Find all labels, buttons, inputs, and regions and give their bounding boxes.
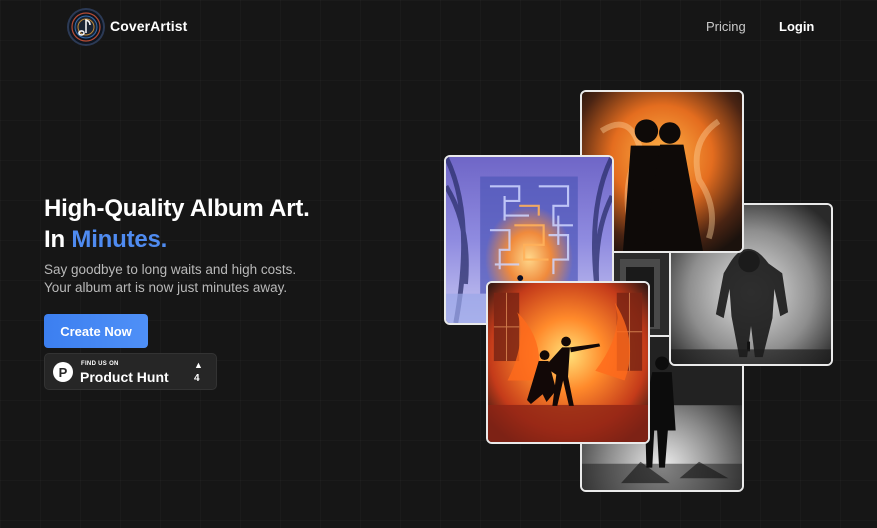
subtitle-line1: Say goodbye to long waits and high costs… <box>44 262 297 277</box>
coverartist-logo[interactable] <box>67 8 105 46</box>
product-hunt-name: Product Hunt <box>80 369 169 385</box>
album-art-dance-image[interactable] <box>486 281 650 444</box>
headline-prefix: In <box>44 226 72 253</box>
headline-accent: Minutes. <box>71 226 168 253</box>
headline-line2: In Minutes. <box>44 224 310 255</box>
music-note-logo-icon <box>71 12 101 42</box>
create-now-button[interactable]: Create Now <box>44 314 148 348</box>
nav-pricing-link[interactable]: Pricing <box>706 19 746 34</box>
headline-line1: High-Quality Album Art. <box>44 195 310 222</box>
nav-login-link[interactable]: Login <box>779 19 814 34</box>
upvote-count: 4 <box>194 373 200 384</box>
hero-subtitle: Say goodbye to long waits and high costs… <box>44 261 296 297</box>
product-hunt-eyebrow: FIND US ON <box>81 361 119 367</box>
product-hunt-logo-icon: P <box>53 362 73 382</box>
subtitle-line2: Your album art is now just minutes away. <box>44 280 288 295</box>
upvote-arrow-icon: ▲ <box>194 360 203 370</box>
brand-name[interactable]: CoverArtist <box>110 18 187 34</box>
hero-headline: High-Quality Album Art. In Minutes. <box>44 193 310 255</box>
product-hunt-badge[interactable]: P FIND US ON Product Hunt ▲ 4 <box>44 353 217 390</box>
